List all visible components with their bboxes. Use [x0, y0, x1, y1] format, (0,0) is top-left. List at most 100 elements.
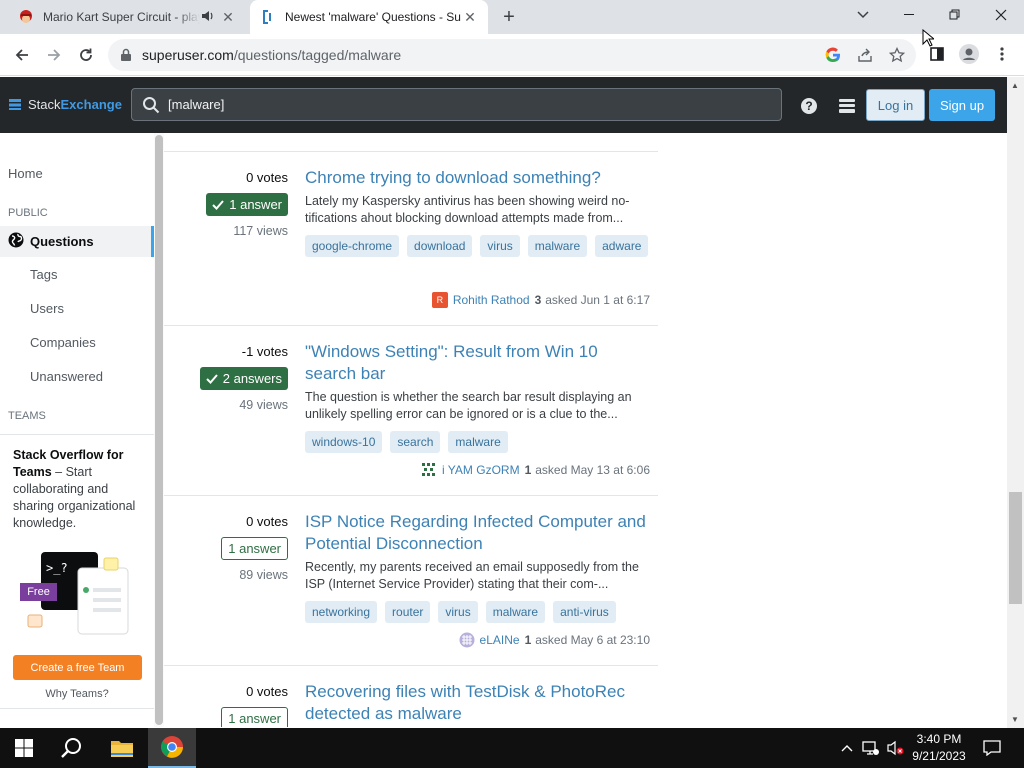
page-scrollbar[interactable]: ▲ ▼: [1007, 77, 1024, 728]
mario-favicon-icon: [18, 9, 34, 25]
page-scrollbar-thumb[interactable]: [1009, 492, 1022, 604]
answer-count-text: 1 answer: [228, 541, 281, 556]
question-body: Recovering files with TestDisk & PhotoRe…: [305, 681, 650, 725]
windows-start-icon[interactable]: [0, 728, 48, 768]
answer-count: 1 answer: [221, 537, 288, 560]
scroll-up-arrow-icon[interactable]: ▲: [1011, 81, 1019, 90]
question-summary: -1 votes 2 answers 49 views "Windows Set…: [164, 326, 658, 496]
sidebar-item-label: Questions: [30, 234, 94, 249]
tab-title: Mario Kart Super Circuit - play: [43, 10, 200, 24]
browser-tab-superuser[interactable]: Newest 'malware' Questions - Su ✕: [250, 0, 488, 34]
sidebar-item-tags[interactable]: Tags: [30, 267, 57, 282]
signup-button[interactable]: Sign up: [929, 89, 995, 121]
file-explorer-icon[interactable]: [98, 728, 146, 768]
show-hidden-icons-chevron-icon[interactable]: [838, 739, 856, 757]
minimize-button[interactable]: [886, 0, 932, 30]
tag-malware[interactable]: malware: [485, 601, 546, 623]
sidebar-scrollbar-thumb[interactable]: [155, 135, 163, 725]
question-title-link[interactable]: Chrome trying to download something?: [305, 167, 650, 189]
question-summary: 0 votes 1 answer 89 views ISP Notice Reg…: [164, 496, 658, 666]
browser-tab-mario-kart[interactable]: Mario Kart Super Circuit - play ✕: [8, 0, 246, 34]
search-input[interactable]: [168, 97, 728, 112]
sidebar-item-users[interactable]: Users: [30, 301, 64, 316]
tag-malware[interactable]: malware: [527, 235, 588, 257]
vote-count: -1 votes: [241, 344, 288, 359]
forward-arrow-icon[interactable]: [41, 42, 67, 68]
url-path: /questions/tagged/malware: [233, 47, 402, 63]
tag-networking[interactable]: networking: [305, 601, 378, 623]
checkmark-icon: [206, 373, 218, 384]
windows-taskbar: 3:40 PM 9/21/2023: [0, 728, 1024, 768]
asked-time: asked May 13 at 6:06: [535, 463, 650, 477]
create-team-button[interactable]: Create a free Team: [13, 655, 142, 680]
asked-time: asked Jun 1 at 6:17: [545, 293, 650, 307]
question-title-link[interactable]: Recovering files with TestDisk & PhotoRe…: [305, 681, 650, 725]
sidebar-scrollbar[interactable]: [154, 133, 164, 727]
question-owner: R Rohith Rathod 3 asked Jun 1 at 6:17: [431, 292, 650, 308]
lock-icon[interactable]: [120, 48, 134, 62]
user-reputation: 1: [524, 463, 532, 477]
restore-button[interactable]: [932, 0, 978, 30]
help-icon[interactable]: ?: [799, 96, 819, 116]
taskbar-search-icon[interactable]: [48, 728, 96, 768]
close-tab-icon[interactable]: ✕: [220, 9, 236, 25]
tag-google-chrome[interactable]: google-chrome: [305, 235, 400, 257]
chrome-taskbar-icon[interactable]: [148, 728, 196, 768]
svg-text:?: ?: [805, 99, 812, 113]
tag-virus[interactable]: virus: [480, 235, 520, 257]
tag-anti-virus[interactable]: anti-virus: [553, 601, 616, 623]
new-tab-button[interactable]: +: [498, 6, 520, 28]
more-menu-icon[interactable]: [992, 44, 1012, 64]
sidebar-item-home[interactable]: Home: [8, 166, 43, 181]
tag-download[interactable]: download: [407, 235, 473, 257]
volume-muted-icon[interactable]: [886, 739, 904, 757]
login-button[interactable]: Log in: [866, 89, 925, 121]
profile-icon[interactable]: [959, 44, 979, 64]
user-name-link[interactable]: Rohith Rathod: [453, 293, 530, 307]
question-body: Chrome trying to download something? Lat…: [305, 167, 650, 257]
user-avatar[interactable]: [421, 462, 437, 478]
tag-adware[interactable]: adware: [595, 235, 649, 257]
user-avatar[interactable]: [458, 632, 475, 648]
close-window-button[interactable]: [978, 0, 1024, 30]
user-avatar[interactable]: R: [431, 292, 448, 308]
user-reputation: 3: [534, 293, 542, 307]
question-title-link[interactable]: ISP Notice Regarding Infected Computer a…: [305, 511, 650, 555]
view-count: 49 views: [239, 398, 288, 412]
network-icon[interactable]: [862, 739, 880, 757]
question-title-link[interactable]: "Windows Setting": Result from Win 10 se…: [305, 341, 650, 385]
close-tab-icon[interactable]: ✕: [462, 9, 478, 25]
tag-malware[interactable]: malware: [448, 431, 508, 453]
sidebar-item-questions[interactable]: Questions: [0, 226, 154, 257]
tag-list: windows-10 search malware: [305, 431, 650, 453]
site-switcher-icon[interactable]: [837, 96, 857, 116]
back-arrow-icon[interactable]: [9, 42, 35, 68]
sidebar-item-companies[interactable]: Companies: [30, 335, 96, 350]
tab-search-chevron-icon[interactable]: [840, 0, 886, 30]
share-icon[interactable]: [855, 45, 875, 65]
logo-exchange-text: Exchange: [60, 97, 122, 112]
user-name-link[interactable]: eLAINe: [480, 633, 520, 647]
stackexchange-logo[interactable]: Stack Exchange: [8, 97, 122, 112]
free-badge: Free: [20, 583, 57, 601]
scroll-down-arrow-icon[interactable]: ▼: [1011, 715, 1019, 724]
user-reputation: 1: [524, 633, 532, 647]
address-bar[interactable]: superuser.com/questions/tagged/malware: [108, 39, 916, 71]
google-icon[interactable]: [823, 45, 843, 65]
tag-router[interactable]: router: [385, 601, 431, 623]
tag-windows-10[interactable]: windows-10: [305, 431, 383, 453]
bookmark-star-icon[interactable]: [887, 45, 907, 65]
tag-search[interactable]: search: [390, 431, 441, 453]
answer-count-text: 2 answers: [222, 371, 282, 386]
taskbar-clock[interactable]: 3:40 PM 9/21/2023: [904, 731, 974, 765]
site-header: StackExchange ? Log in Sign up: [0, 77, 1007, 133]
site-search-box[interactable]: [131, 88, 782, 121]
speaker-icon[interactable]: [200, 9, 216, 26]
user-name-link[interactable]: i YAM GzORM: [442, 463, 520, 477]
tag-list: google-chrome download virus malware adw…: [305, 235, 650, 257]
why-teams-link[interactable]: Why Teams?: [0, 688, 154, 700]
sidebar-item-unanswered[interactable]: Unanswered: [30, 369, 103, 384]
notifications-icon[interactable]: [982, 739, 1002, 757]
tag-virus[interactable]: virus: [438, 601, 478, 623]
reload-icon[interactable]: [73, 42, 99, 68]
